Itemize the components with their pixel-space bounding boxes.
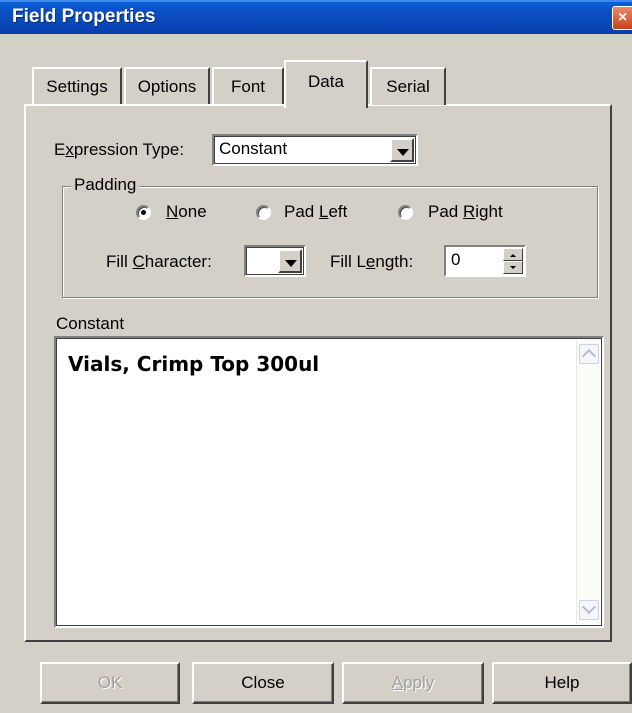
chevron-down-icon[interactable]	[390, 138, 414, 162]
padding-left-label[interactable]: Pad Left	[284, 202, 347, 222]
vertical-scrollbar[interactable]	[576, 340, 600, 624]
window-title: Field Properties	[12, 6, 156, 27]
tab-data[interactable]: Data	[284, 60, 368, 108]
padding-left-radio[interactable]	[256, 205, 271, 220]
tab-settings-label: Settings	[46, 77, 108, 96]
scroll-down-icon[interactable]	[579, 600, 599, 620]
close-button[interactable]: Close	[192, 662, 334, 704]
stepper-down-icon[interactable]	[503, 261, 523, 274]
fill-length-label: Fill Length:	[330, 252, 414, 271]
fill-length-value[interactable]: 0	[451, 250, 460, 270]
chevron-down-icon[interactable]	[278, 249, 302, 273]
title-bar: Field Properties ×	[0, 0, 632, 34]
tab-font[interactable]: Font	[212, 67, 284, 105]
padding-none-label[interactable]: None	[166, 202, 207, 222]
fill-character-select[interactable]	[244, 245, 306, 277]
constant-text[interactable]: Vials, Crimp Top 300ul	[68, 352, 319, 376]
constant-textarea[interactable]: Vials, Crimp Top 300ul	[54, 336, 604, 628]
scroll-up-icon[interactable]	[579, 344, 599, 364]
tab-font-label: Font	[230, 77, 266, 96]
padding-legend: Padding	[71, 175, 140, 195]
tab-options-label: Options	[137, 77, 197, 96]
ok-button[interactable]: OK	[40, 662, 180, 704]
tab-serial[interactable]: Serial	[370, 67, 446, 105]
tab-serial-label: Serial	[386, 77, 430, 96]
close-window-button[interactable]: ×	[612, 6, 632, 30]
expression-type-select[interactable]: Constant	[212, 134, 418, 166]
stepper-up-icon[interactable]	[503, 248, 523, 261]
fill-length-stepper[interactable]: 0	[444, 245, 526, 277]
apply-button[interactable]: Apply	[342, 662, 484, 704]
expression-type-value: Constant	[219, 139, 288, 158]
padding-right-radio[interactable]	[398, 205, 413, 220]
help-button[interactable]: Help	[492, 662, 632, 704]
stepper-buttons	[503, 248, 523, 274]
padding-none-radio[interactable]	[136, 205, 151, 220]
close-icon: ×	[618, 9, 628, 26]
tab-options[interactable]: Options	[124, 67, 210, 105]
fill-character-label: Fill Character:	[106, 252, 212, 271]
constant-label: Constant	[56, 314, 125, 333]
tab-data-label: Data	[308, 72, 344, 91]
padding-right-label[interactable]: Pad Right	[428, 202, 503, 222]
tab-settings[interactable]: Settings	[32, 67, 122, 105]
expression-type-label: Expression Type:	[54, 140, 185, 159]
